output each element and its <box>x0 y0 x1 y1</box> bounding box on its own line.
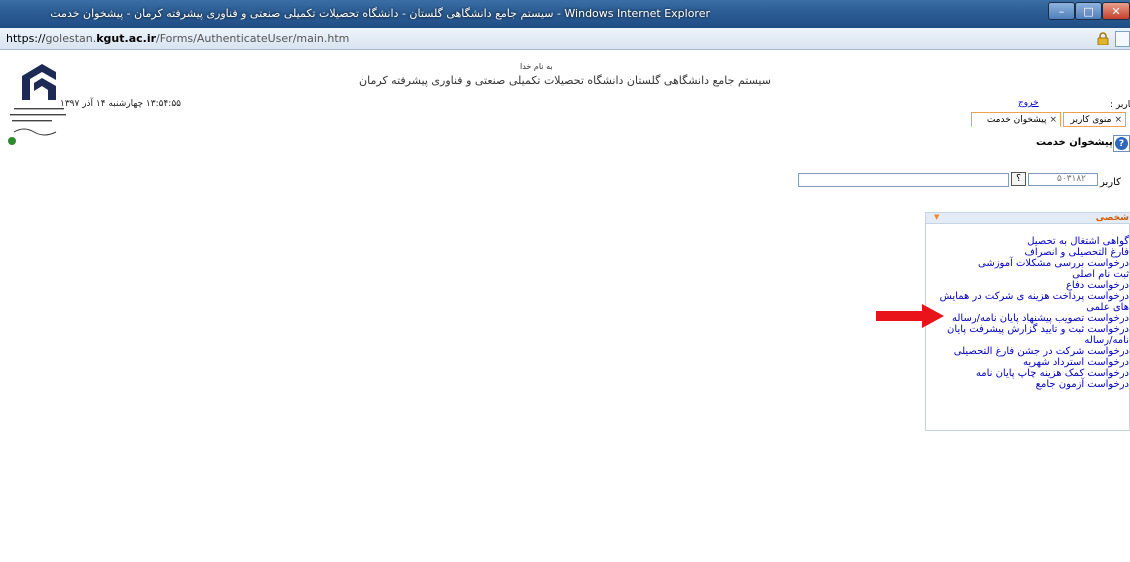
tab-user-menu[interactable]: × منوی کاربر <box>1063 112 1126 127</box>
menu-item-conference-fee[interactable]: درخواست پرداخت هزینه ی شرکت در همایش <box>924 291 1129 302</box>
collapse-arrow-icon[interactable]: ▼ <box>934 213 939 221</box>
panel-header[interactable]: شخصی ▼ <box>926 213 1130 224</box>
menu-item-graduation-ceremony[interactable]: درخواست شرکت در جشن فارغ التحصیلی <box>924 346 1129 357</box>
datetime-text: ۱۳:۵۴:۵۵ چهارشنبه ۱۴ آذر ۱۳۹۷ <box>60 99 181 109</box>
maximize-button[interactable]: □ <box>1075 2 1102 20</box>
url-path: /Forms/AuthenticateUser/main.htm <box>156 32 350 45</box>
page-icon[interactable] <box>1115 31 1130 47</box>
menu-item-graduation[interactable]: فارغ التحصیلی و انصراف <box>924 247 1129 258</box>
help-icon-glyph: ? <box>1115 137 1128 150</box>
window-titlebar: سیستم جامع دانشگاهی گلستان - دانشگاه تحص… <box>0 0 1130 28</box>
menu-item-proposal-approval[interactable]: درخواست تصویب پیشنهاد پایان نامه/رساله <box>924 313 1129 324</box>
user-code-field[interactable]: ۵۰۳۱۸۲ <box>1028 173 1098 186</box>
menu-item-defense-request[interactable]: درخواست دفاع <box>924 280 1129 291</box>
logout-link[interactable]: خروج <box>1018 98 1039 108</box>
bismillah-text: به نام خدا <box>520 62 553 71</box>
university-logo-icon <box>10 64 66 136</box>
tab-label: منوی کاربر <box>1070 114 1112 125</box>
menu-item-main-registration[interactable]: ثبت نام اصلی <box>924 269 1129 280</box>
menu-item-tuition-refund[interactable]: درخواست استرداد شهریه <box>924 357 1129 368</box>
user-name-field[interactable] <box>798 173 1009 187</box>
minimize-button[interactable]: – <box>1048 2 1075 20</box>
menu-item-progress-report-cont[interactable]: نامه/رساله <box>924 335 1129 346</box>
close-button[interactable]: ✕ <box>1102 2 1130 20</box>
menu-item-thesis-print-aid[interactable]: درخواست کمک هزینه چاپ پایان نامه <box>924 368 1129 379</box>
system-title: سیستم جامع دانشگاهی گلستان دانشگاه تحصیل… <box>359 74 771 87</box>
status-indicator-icon <box>8 137 16 145</box>
lookup-button[interactable]: ؟ <box>1011 172 1026 186</box>
tab-service-counter[interactable]: × پیشخوان خدمت <box>971 112 1061 127</box>
lock-icon[interactable] <box>1097 32 1109 45</box>
tab-close-icon[interactable]: × <box>1114 115 1122 125</box>
url-field[interactable]: https://golestan.kgut.ac.ir/Forms/Authen… <box>6 30 1096 47</box>
menu-item-conference-fee-cont[interactable]: های علمی <box>924 302 1129 313</box>
annotation-arrow-icon <box>876 304 944 328</box>
url-host: kgut.ac.ir <box>96 32 157 45</box>
caller-label: کاربر <box>1100 177 1121 188</box>
tab-close-icon[interactable]: × <box>1049 115 1057 125</box>
tab-label: پیشخوان خدمت <box>986 114 1047 125</box>
url-protocol: https:// <box>6 32 46 45</box>
page-title: پیشخوان خدمت <box>1036 137 1113 148</box>
menu-item-comprehensive-exam[interactable]: درخواست آزمون جامع <box>924 379 1129 390</box>
services-panel: شخصی ▼ گواهی اشتغال به تحصیل فارغ التحصی… <box>925 212 1130 431</box>
menu-item-employment-certificate[interactable]: گواهی اشتغال به تحصیل <box>924 236 1129 247</box>
menu-item-educational-issues[interactable]: درخواست بررسی مشکلات آموزشی <box>924 258 1129 269</box>
menu-item-progress-report[interactable]: درخواست ثبت و تایید گزارش پیشرفت پایان <box>924 324 1129 335</box>
user-label: کاربر : <box>1110 100 1130 110</box>
window-title: سیستم جامع دانشگاهی گلستان - دانشگاه تحص… <box>50 7 710 20</box>
panel-title: شخصی <box>1095 213 1129 223</box>
page-content: به نام خدا سیستم جامع دانشگاهی گلستان دا… <box>0 51 1130 562</box>
service-menu: گواهی اشتغال به تحصیل فارغ التحصیلی و ان… <box>924 236 1129 390</box>
help-icon[interactable]: ? <box>1113 135 1130 152</box>
address-bar: https://golestan.kgut.ac.ir/Forms/Authen… <box>0 28 1130 50</box>
url-host-prefix: golestan. <box>45 32 97 45</box>
